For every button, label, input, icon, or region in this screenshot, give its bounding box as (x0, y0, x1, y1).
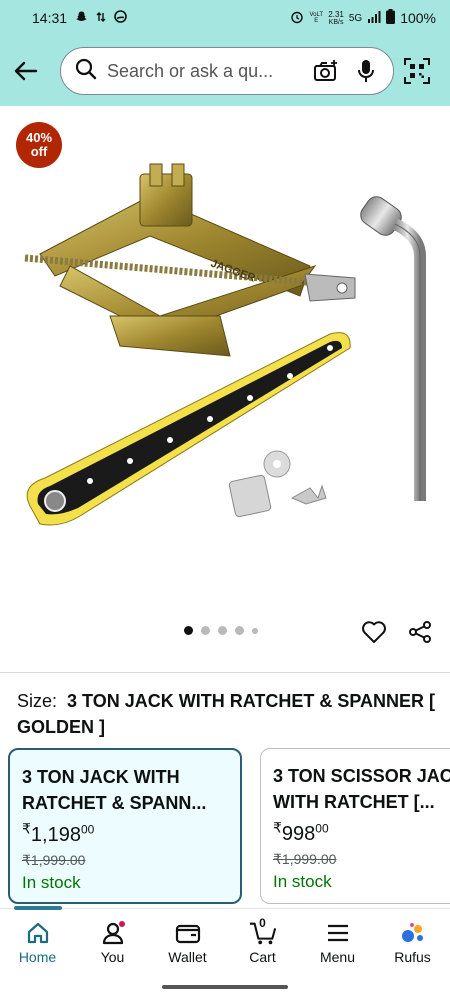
carousel-dot[interactable] (235, 626, 244, 635)
network-speed-unit: KB/s (328, 18, 344, 26)
network-speed: 2.31 KB/s (328, 9, 344, 26)
menu-icon (324, 919, 352, 947)
nav-you[interactable]: You (75, 909, 150, 972)
volte-indicator: VoLTE (309, 12, 324, 24)
camera-search-button[interactable] (309, 54, 343, 88)
variant-currency: ₹ (22, 820, 31, 837)
home-gesture-handle[interactable] (162, 985, 288, 989)
user-icon (99, 919, 127, 947)
product-image-carousel[interactable]: 40% off JAGGER (0, 106, 450, 672)
variant-price-whole: 998 (281, 823, 316, 845)
voice-search-button[interactable] (349, 54, 383, 88)
search-input[interactable]: Search or ask a qu... (60, 47, 394, 95)
size-value: 3 TON JACK WITH RATCHET & SPANNER [ GOLD… (17, 691, 436, 737)
battery-icon (386, 9, 396, 27)
alarm-icon (290, 10, 304, 27)
image-pagination-dots[interactable] (184, 626, 258, 635)
wallet-icon (174, 919, 202, 947)
heart-icon (362, 621, 386, 643)
search-placeholder: Search or ask a qu... (107, 60, 274, 81)
wheel-wrench-image (360, 196, 426, 501)
network-speed-value: 2.31 (328, 9, 344, 19)
nav-home-label: Home (18, 949, 57, 965)
variant-title: 3 TON JACK WITH RATCHET & SPANN... (22, 767, 207, 813)
signal-strength-icon (367, 10, 381, 26)
network-type: 5G (348, 12, 363, 24)
wishlist-button[interactable] (358, 616, 390, 648)
variant-currency: ₹ (273, 819, 282, 836)
nav-you-label: You (100, 949, 125, 965)
size-selection-heading: Size: 3 TON JACK WITH RATCHET & SPANNER … (17, 688, 437, 740)
product-image: JAGGER (24, 163, 426, 526)
carousel-dot[interactable] (184, 626, 193, 635)
nav-menu[interactable]: Menu (300, 909, 375, 972)
variant-price: ₹1,19800 (22, 820, 228, 848)
nav-cart[interactable]: 0 Cart (225, 909, 300, 972)
variant-price: ₹99800 (273, 819, 450, 847)
system-gesture-bar (0, 972, 450, 1000)
nav-wallet-label: Wallet (168, 949, 207, 965)
snapchat-icon (75, 10, 88, 26)
variant-card[interactable]: 3 TON SCISSOR JACK WITH RATCHET [... ₹99… (260, 748, 450, 904)
nav-cart-label: Cart (249, 949, 276, 965)
qr-code-icon (404, 58, 430, 84)
home-icon (24, 919, 52, 947)
status-time: 14:31 (32, 10, 68, 26)
back-arrow-icon (14, 61, 38, 81)
variant-price-whole: 1,198 (30, 824, 81, 846)
search-header: Search or ask a qu... (0, 36, 450, 106)
variant-mrp: ₹1,999.00 (273, 851, 337, 867)
scissor-jack-image: JAGGER (24, 163, 356, 357)
carousel-dot[interactable] (218, 626, 227, 635)
variant-price-fraction: 00 (80, 822, 95, 837)
nav-wallet[interactable]: Wallet (150, 909, 225, 972)
app-notification-icon (114, 10, 127, 26)
camera-icon (314, 60, 337, 81)
back-button[interactable] (10, 51, 42, 91)
carousel-dot[interactable] (201, 626, 210, 635)
nav-menu-label: Menu (319, 949, 356, 965)
battery-percent: 100% (400, 10, 436, 26)
variant-stock-status: In stock (22, 873, 81, 892)
section-divider (0, 672, 450, 673)
share-icon (409, 621, 431, 643)
nav-rufus[interactable]: Rufus (375, 909, 450, 972)
scan-qr-button[interactable] (402, 51, 432, 91)
search-icon (75, 58, 97, 85)
microphone-icon (358, 60, 374, 82)
variant-price-fraction: 00 (315, 821, 329, 836)
share-button[interactable] (404, 616, 436, 648)
bottom-navigation: Home You Wallet 0 Cart Menu Rufus (0, 906, 450, 972)
variant-mrp: ₹1,999.00 (22, 852, 86, 868)
nav-rufus-label: Rufus (394, 949, 431, 965)
carousel-dot[interactable] (252, 627, 258, 634)
signal-arrows-icon (96, 11, 106, 26)
size-label: Size: (17, 691, 58, 711)
cart-count-badge: 0 (259, 916, 266, 930)
variant-stock-status: In stock (273, 872, 332, 891)
variant-selector[interactable]: 3 TON JACK WITH RATCHET & SPANN... ₹1,19… (8, 748, 450, 904)
variant-card-selected[interactable]: 3 TON JACK WITH RATCHET & SPANN... ₹1,19… (8, 748, 242, 904)
rufus-icon (399, 919, 427, 947)
accessory-parts-image (228, 450, 327, 518)
nav-home[interactable]: Home (0, 909, 75, 972)
variant-title: 3 TON SCISSOR JACK WITH RATCHET [... (273, 766, 450, 812)
status-bar: 14:31 VoLTE 2.31 KB/s 5G 100% (0, 0, 450, 36)
